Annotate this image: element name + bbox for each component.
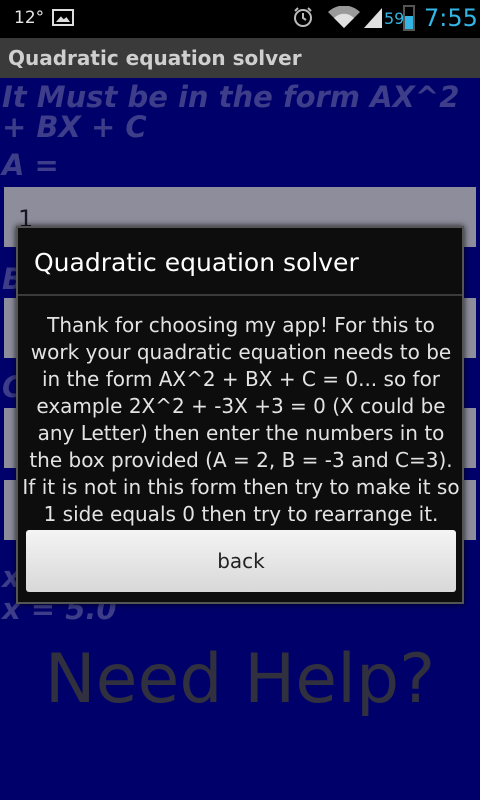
temperature-text: 12° — [14, 8, 45, 28]
dialog-message: Thank for choosing my app! For this to w… — [22, 313, 460, 526]
battery-percent: 59 — [384, 9, 405, 28]
help-dialog: Quadratic equation solver Thank for choo… — [16, 226, 464, 604]
dialog-title: Quadratic equation solver — [34, 248, 359, 277]
dialog-divider — [18, 294, 462, 296]
clock-time: 7:55 — [424, 4, 478, 32]
status-bar: 12° 59 7:55 — [0, 0, 480, 38]
app-title-bar: Quadratic equation solver — [0, 38, 480, 78]
image-icon — [52, 9, 74, 26]
alarm-icon — [294, 7, 312, 27]
signal-icon — [364, 8, 382, 28]
back-button[interactable]: back — [26, 530, 456, 592]
wifi-icon — [328, 6, 360, 28]
battery-icon — [403, 5, 415, 31]
app-title: Quadratic equation solver — [8, 46, 302, 70]
